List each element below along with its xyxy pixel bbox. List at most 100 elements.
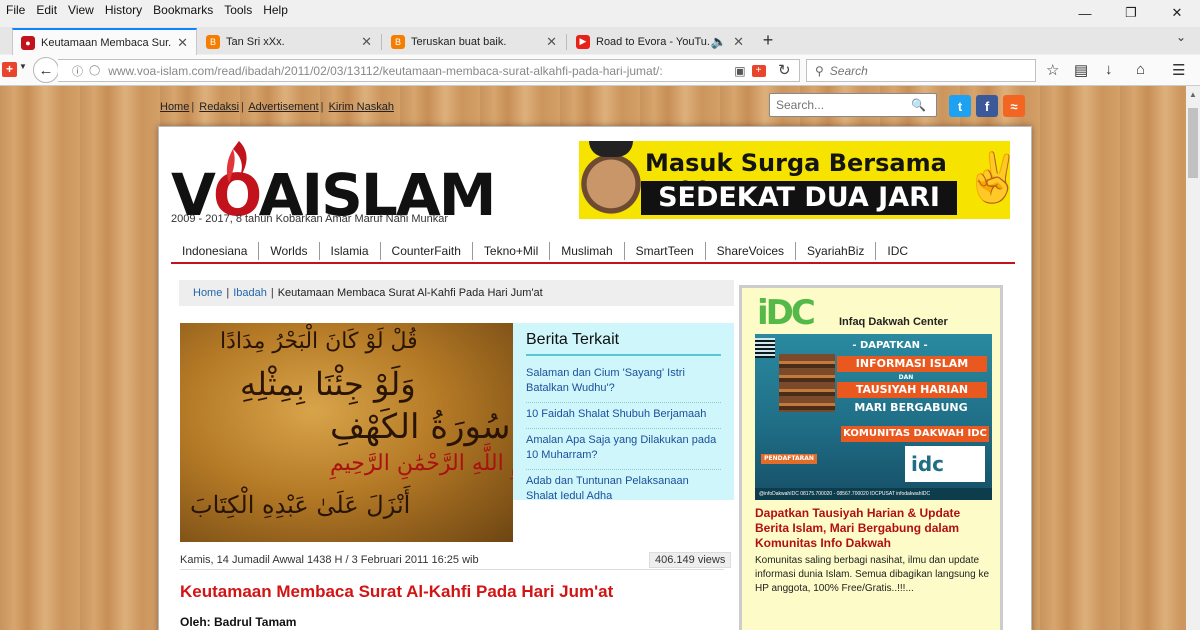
nav-idc[interactable]: IDC: [876, 242, 919, 260]
reload-icon[interactable]: ↻: [778, 61, 791, 79]
promo-dan: DAN: [898, 374, 914, 381]
menu-history[interactable]: History: [105, 3, 142, 17]
idc-logo[interactable]: iDC: [757, 293, 837, 333]
rss-icon[interactable]: ≈: [1003, 95, 1025, 117]
breadcrumb-ibadah[interactable]: Ibadah: [233, 287, 267, 299]
minimize-icon[interactable]: —: [1062, 0, 1108, 26]
tab-blogger-2[interactable]: B Teruskan buat baik. ✕: [383, 28, 565, 55]
scrollbar-thumb[interactable]: [1188, 108, 1198, 178]
new-tab-button[interactable]: +: [756, 28, 780, 52]
tagline: 2009 - 2017, 8 tahun Kobarkan Amar Maruf…: [171, 213, 448, 225]
site-search: 🔍: [769, 93, 937, 117]
banner-ad[interactable]: Masuk Surga Bersama Nabi SEDEKAT DUA JAR…: [579, 141, 1010, 219]
toplink-advertisement[interactable]: Advertisement: [248, 101, 318, 113]
promo-ribbon-4: KOMUNITAS DAKWAH IDC: [841, 426, 989, 442]
tab-voa-islam[interactable]: ● Keutamaan Membaca Sur... ✕: [12, 28, 197, 55]
nav-tekno-mil[interactable]: Tekno+Mil: [473, 242, 551, 260]
back-button[interactable]: ←: [33, 57, 59, 83]
related-heading: Berita Terkait: [526, 331, 721, 356]
tab-title: Tan Sri xXx.: [226, 35, 285, 48]
breadcrumb: Home | Ibadah | Keutamaan Membaca Surat Al-K…: [179, 280, 734, 306]
bookmark-star-icon[interactable]: ☆: [1046, 61, 1059, 79]
related-link-4[interactable]: Adab dan Tuntunan Pelaksanaan Shalat Ied…: [526, 470, 721, 510]
nav-syariahbiz[interactable]: SyariahBiz: [796, 242, 877, 260]
shield-icon[interactable]: ◯: [89, 65, 100, 76]
menu-file[interactable]: File: [6, 3, 25, 17]
idc-promo-image[interactable]: - DAPATKAN - INFORMASI ISLAM DAN TAUSIYA…: [755, 334, 992, 500]
close-icon[interactable]: ✕: [361, 34, 372, 50]
sidebar-text: Komunitas saling berbagi nasihat, ilmu d…: [755, 555, 990, 594]
promo-footer: @infoDakwahIDC 08175.700020 - 08567.7000…: [755, 488, 992, 500]
info-icon[interactable]: ⓘ: [72, 63, 83, 79]
site-search-input[interactable]: [776, 98, 911, 112]
tab-divider: [381, 34, 382, 50]
sidebar-idc: iDC Infaq Dakwah Center - DAPATKAN - INF…: [739, 285, 1003, 630]
related-link-3[interactable]: Amalan Apa Saja yang Dilakukan pada 10 M…: [526, 429, 721, 470]
related-link-1[interactable]: Salaman dan Cium 'Sayang' Istri Batalkan…: [526, 362, 721, 403]
twitter-icon[interactable]: t: [949, 95, 971, 117]
victory-hand-icon: ✌: [963, 152, 1010, 205]
addon-icon[interactable]: +: [2, 62, 17, 77]
youtube-icon: ▶: [576, 34, 590, 49]
nav-sharevoices[interactable]: ShareVoices: [706, 242, 797, 260]
sidebar-title[interactable]: Dapatkan Tausiyah Harian & Update Berita…: [755, 506, 995, 551]
navigation-toolbar: + ▼ ← ⓘ ◯ www.voa-islam.com/read/ibadah/…: [0, 55, 1200, 86]
page-scrollbar[interactable]: ▲: [1186, 86, 1200, 630]
toplink-redaksi[interactable]: Redaksi: [199, 101, 239, 113]
related-news-box: Berita Terkait Salaman dan Cium 'Sayang'…: [513, 323, 734, 502]
toplink-kirim-naskah[interactable]: Kirim Naskah: [329, 101, 394, 113]
home-icon[interactable]: ⌂: [1136, 61, 1145, 78]
nav-indonesiana[interactable]: Indonesiana: [171, 242, 260, 260]
extension-icon[interactable]: +: [751, 64, 766, 77]
article-title: Keutamaan Membaca Surat Al-Kahfi Pada Ha…: [180, 582, 614, 601]
hamburger-menu-icon[interactable]: ☰: [1172, 61, 1185, 79]
breadcrumb-home[interactable]: Home: [193, 287, 222, 299]
nav-counterfaith[interactable]: CounterFaith: [381, 242, 473, 260]
facebook-icon[interactable]: f: [976, 95, 998, 117]
tab-youtube[interactable]: ▶ Road to Evora - YouTu... 🔈 ✕: [568, 28, 752, 55]
page-viewport: Home | Redaksi | Advertisement | Kirim Nask…: [0, 86, 1186, 630]
chevron-down-icon[interactable]: ▼: [19, 62, 27, 71]
close-icon[interactable]: ✕: [546, 34, 557, 50]
search-icon[interactable]: 🔍: [911, 98, 926, 112]
flame-icon: [226, 141, 247, 183]
article-date: Kamis, 14 Jumadil Awwal 1438 H / 3 Febru…: [180, 550, 724, 570]
books-illustration: [779, 354, 835, 412]
menu-help[interactable]: Help: [263, 3, 288, 17]
tab-blogger-1[interactable]: B Tan Sri xXx. ✕: [198, 28, 380, 55]
close-window-icon[interactable]: ✕: [1154, 0, 1200, 26]
scroll-up-icon[interactable]: ▲: [1189, 90, 1197, 99]
nav-islamia[interactable]: Islamia: [320, 242, 381, 260]
reader-view-icon[interactable]: ▣: [734, 64, 745, 78]
promo-header: - DAPATKAN -: [852, 340, 928, 351]
menu-bookmarks[interactable]: Bookmarks: [153, 3, 213, 17]
browser-search-field[interactable]: ⚲: [806, 59, 1036, 82]
nav-worlds[interactable]: Worlds: [259, 242, 320, 260]
toplink-home[interactable]: Home: [160, 101, 189, 113]
tab-bar: ● Keutamaan Membaca Sur... ✕ B Tan Sri x…: [0, 27, 1200, 55]
menu-bar: File Edit View History Bookmarks Tools H…: [0, 0, 1200, 20]
tab-title: Teruskan buat baik.: [411, 35, 507, 48]
list-all-tabs-icon[interactable]: ⌄: [1176, 30, 1186, 44]
idc-logo-text: iDC: [757, 293, 816, 333]
close-icon[interactable]: ✕: [177, 35, 188, 51]
breadcrumb-current: Keutamaan Membaca Surat Al-Kahfi Pada Ha…: [277, 287, 543, 299]
speaker-icon[interactable]: 🔈: [711, 34, 727, 50]
address-bar[interactable]: ⓘ ◯ www.voa-islam.com/read/ibadah/2011/0…: [58, 59, 800, 82]
menu-view[interactable]: View: [68, 3, 94, 17]
blogger-icon: B: [391, 34, 405, 49]
restore-icon[interactable]: ❐: [1108, 0, 1154, 26]
download-icon[interactable]: ↓: [1105, 61, 1113, 78]
browser-search-input[interactable]: [829, 63, 1020, 78]
close-icon[interactable]: ✕: [733, 34, 744, 50]
search-icon: ⚲: [815, 63, 824, 78]
reading-list-icon[interactable]: ▤: [1074, 61, 1088, 79]
nav-muslimah[interactable]: Muslimah: [550, 242, 625, 260]
nav-smartteen[interactable]: SmartTeen: [625, 242, 706, 260]
menu-tools[interactable]: Tools: [224, 3, 252, 17]
related-link-2[interactable]: 10 Faidah Shalat Shubuh Berjamaah: [526, 403, 721, 429]
promo-idc-box: idc: [905, 446, 985, 482]
banner-line-2: SEDEKAT DUA JARI: [641, 181, 957, 215]
menu-edit[interactable]: Edit: [36, 3, 57, 17]
url-text[interactable]: www.voa-islam.com/read/ibadah/2011/02/03…: [108, 64, 728, 78]
